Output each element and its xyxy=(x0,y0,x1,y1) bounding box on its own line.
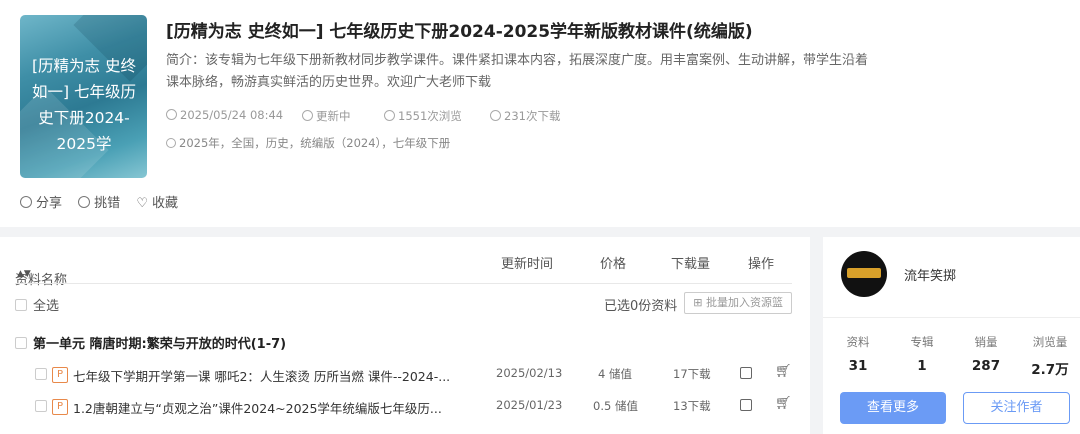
preview-icon[interactable] xyxy=(740,399,752,414)
report-button[interactable]: 挑错 xyxy=(78,196,120,211)
stat-value: 31 xyxy=(848,358,868,374)
album-header: [历精为志 史终如一] 七年级历史下册2024-2025学 [历精为志 史终如一… xyxy=(0,0,1080,227)
date-item: 2025/05/24 08:44 xyxy=(166,108,283,122)
row-title[interactable]: 七年级下学期开学第一课 哪吒2：人生滚烫 历所当燃 课件--2024-... xyxy=(73,366,450,385)
cart-icon[interactable]: 🛒︎ xyxy=(775,364,792,379)
table-row[interactable]: P 七年级下学期开学第一课 哪吒2：人生滚烫 历所当燃 课件--2024-...… xyxy=(35,363,795,385)
author-card: 流年笑掷 资料 31 专辑 1 销量 287 浏览量 2.7万 查看更多 关注作者 xyxy=(823,237,1080,434)
row-price: 0.5 储值 xyxy=(593,399,638,413)
stat-label: 资料 xyxy=(846,335,870,349)
album-tags: 2025年，全国，历史，统编版（2024），七年级下册 xyxy=(166,135,450,151)
header-downloads: 下载量 xyxy=(671,257,711,272)
stat-label: 专辑 xyxy=(910,335,934,349)
favorite-button[interactable]: ♡ 收藏 xyxy=(136,196,178,211)
status-item: 更新中 xyxy=(302,108,351,124)
row-checkbox[interactable] xyxy=(35,399,53,414)
stat-sales: 销量 287 xyxy=(956,334,1016,374)
favorite-label: 收藏 xyxy=(151,196,178,211)
header-price: 价格 xyxy=(600,257,627,272)
cover-text: [历精为志 史终如一] 七年级历史下册2024-2025学 xyxy=(32,57,136,153)
clock-icon xyxy=(166,109,177,120)
stat-value: 1 xyxy=(917,358,927,374)
view-more-button[interactable]: 查看更多 xyxy=(840,392,946,424)
stat-label: 销量 xyxy=(974,335,998,349)
select-row: 全选 已选0份资料 ⊞ 批量加入资源篮 xyxy=(15,292,792,319)
views-item: 1551次浏览 xyxy=(384,108,462,124)
share-button[interactable]: 分享 xyxy=(20,196,62,211)
divider xyxy=(823,317,1080,318)
album-cover[interactable]: [历精为志 史终如一] 七年级历史下册2024-2025学 xyxy=(20,15,147,178)
album-status: 更新中 xyxy=(316,109,351,123)
batch-add-label: 批量加入资源篮 xyxy=(706,296,783,309)
follow-author-button[interactable]: 关注作者 xyxy=(963,392,1070,424)
share-label: 分享 xyxy=(36,196,63,211)
select-all[interactable]: 全选 xyxy=(15,299,59,314)
stat-value: 287 xyxy=(971,358,1001,374)
alert-icon xyxy=(78,196,91,208)
unit-title: 第一单元 隋唐时期:繁荣与开放的时代(1-7) xyxy=(33,337,287,352)
preview-icon[interactable] xyxy=(740,367,752,382)
album-title: [历精为志 史终如一] 七年级历史下册2024-2025学年新版教材课件(统编版… xyxy=(166,22,753,42)
row-date: 2025/01/23 xyxy=(496,398,563,412)
stat-value: 2.7万 xyxy=(1031,362,1069,378)
album-intro: 简介：该专辑为七年级下册新教材同步教学课件。课件紧扣课本内容，拓展深度广度。用丰… xyxy=(166,53,869,90)
avatar[interactable] xyxy=(841,251,887,297)
row-title[interactable]: 1.2唐朝建立与“贞观之治”课件2024~2025学年统编版七年级历... xyxy=(73,398,442,417)
report-label: 挑错 xyxy=(94,196,121,211)
cart-icon[interactable]: 🛒︎ xyxy=(775,396,792,411)
ppt-icon: P xyxy=(52,365,68,383)
stat-resources: 资料 31 xyxy=(828,334,888,374)
resource-list: 资料名称 ▲▼ 更新时间 价格 下载量 操作 全选 已选0份资料 ⊞ 批量加入资源… xyxy=(0,237,810,434)
tags-text: 2025年，全国，历史，统编版（2024），七年级下册 xyxy=(179,136,451,150)
download-icon xyxy=(490,110,501,121)
album-date: 2025/05/24 08:44 xyxy=(180,108,284,122)
share-icon xyxy=(20,196,32,208)
tag-icon xyxy=(166,138,176,148)
heart-icon: ♡ xyxy=(136,196,148,211)
row-checkbox[interactable] xyxy=(35,367,53,382)
select-all-checkbox[interactable] xyxy=(15,299,27,311)
basket-icon: ⊞ xyxy=(693,296,706,309)
author-name[interactable]: 流年笑掷 xyxy=(904,265,956,284)
row-downloads: 13下载 xyxy=(673,399,711,413)
stat-views: 浏览量 2.7万 xyxy=(1020,334,1080,378)
eye-icon xyxy=(384,110,395,121)
header-updated: 更新时间 xyxy=(501,257,554,272)
batch-add-button[interactable]: ⊞ 批量加入资源篮 xyxy=(684,292,792,314)
album-views: 1551次浏览 xyxy=(398,109,462,123)
stat-label: 浏览量 xyxy=(1032,335,1068,349)
unit-header[interactable]: 第一单元 隋唐时期:繁荣与开放的时代(1-7) xyxy=(15,333,286,352)
stat-albums: 专辑 1 xyxy=(892,334,952,374)
select-all-label: 全选 xyxy=(33,299,60,314)
header-ops: 操作 xyxy=(748,257,775,272)
album-actions: 分享 挑错 ♡ 收藏 xyxy=(20,192,190,211)
table-row[interactable]: P 1.2唐朝建立与“贞观之治”课件2024~2025学年统编版七年级历... … xyxy=(35,395,795,417)
row-date: 2025/02/13 xyxy=(496,366,563,380)
sort-icon[interactable]: ▲▼ xyxy=(17,269,31,279)
refresh-icon xyxy=(302,110,313,121)
divider xyxy=(15,283,792,284)
ppt-icon: P xyxy=(52,397,68,415)
row-downloads: 17下载 xyxy=(673,367,711,381)
album-downloads: 231次下载 xyxy=(504,109,561,123)
table-header: 资料名称 ▲▼ 更新时间 价格 下载量 操作 xyxy=(0,237,810,288)
downloads-item: 231次下载 xyxy=(490,108,560,124)
unit-checkbox[interactable] xyxy=(15,337,27,349)
row-price: 4 储值 xyxy=(598,367,632,381)
selected-info: 已选0份资料 xyxy=(604,299,678,314)
